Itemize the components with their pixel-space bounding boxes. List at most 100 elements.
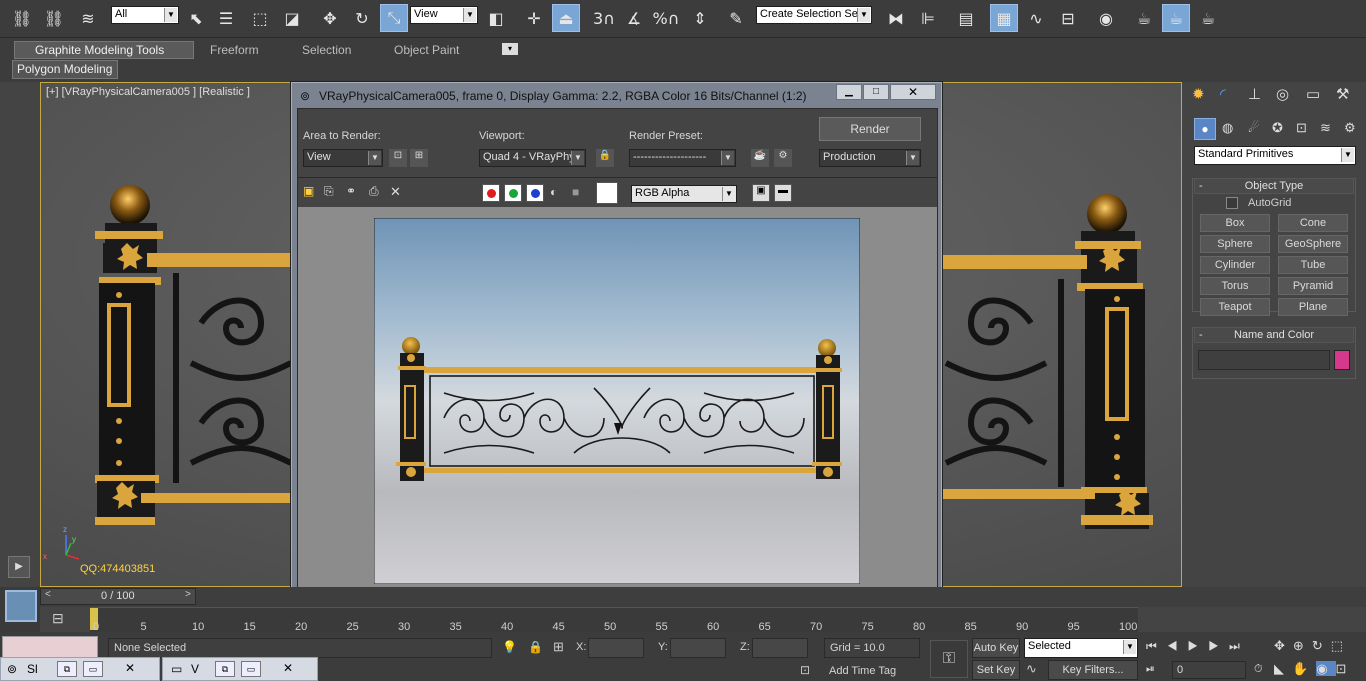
object-color-swatch[interactable] <box>1334 350 1350 370</box>
pan-icon[interactable]: ✋ <box>1292 661 1316 676</box>
go-to-start-icon[interactable]: ⏮ <box>1146 639 1167 653</box>
lights-icon[interactable]: ☄ <box>1248 120 1260 136</box>
copy-image-icon[interactable]: ⎘ <box>324 184 334 199</box>
viewport-dropdown[interactable]: Quad 4 - VRayPhy ▼ <box>479 149 586 167</box>
helpers-icon[interactable]: ⊡ <box>1296 120 1307 136</box>
curve-editor-icon[interactable]: ∿ <box>1022 4 1050 32</box>
close-icon[interactable]: ✕ <box>273 661 303 677</box>
x-coordinate-field[interactable] <box>588 638 644 658</box>
next-frame-icon[interactable]: > <box>185 589 191 600</box>
tube-button[interactable]: Tube <box>1278 256 1348 274</box>
time-slider[interactable]: < 0 / 100 > <box>40 588 196 605</box>
save-image-icon[interactable]: ▣ <box>303 184 314 198</box>
blue-channel-toggle[interactable] <box>526 184 544 202</box>
field-of-view-icon[interactable]: ◣ <box>1274 661 1292 676</box>
select-manipulate-icon[interactable]: ✛ <box>520 4 548 32</box>
plane-button[interactable]: Plane <box>1278 298 1348 316</box>
edit-named-selection-icon[interactable]: ✎ <box>722 4 750 32</box>
auto-key-button[interactable]: Auto Key <box>972 638 1020 658</box>
category-dropdown[interactable]: Standard Primitives ▼ <box>1194 146 1356 165</box>
align-icon[interactable]: ⊫ <box>914 4 942 32</box>
absolute-mode-icon[interactable]: ⊞ <box>553 639 564 655</box>
teapot-button[interactable]: Teapot <box>1200 298 1270 316</box>
prev-key-icon[interactable]: ◀ <box>1167 639 1188 653</box>
tab-polygon-modeling[interactable]: Polygon Modeling <box>12 60 118 79</box>
green-channel-toggle[interactable] <box>504 184 522 202</box>
play-icon[interactable]: ▶ <box>1188 639 1209 653</box>
rotate-icon[interactable]: ↻ <box>348 4 376 32</box>
prev-frame-icon[interactable]: < <box>45 589 51 600</box>
motion-tab-icon[interactable]: ◎ <box>1276 85 1289 103</box>
geometry-icon[interactable]: ● <box>1194 118 1216 140</box>
alpha-channel-icon[interactable]: ◐ <box>550 185 557 199</box>
edit-region-icon[interactable]: ⊡ <box>389 149 407 167</box>
tab-freeform[interactable]: Freeform <box>210 41 259 59</box>
clone-window-icon[interactable]: ⚭ <box>346 184 356 198</box>
red-channel-toggle[interactable] <box>482 184 500 202</box>
rectangle-selection-icon[interactable]: ⬚ <box>246 4 274 32</box>
box-button[interactable]: Box <box>1200 214 1270 232</box>
z-coordinate-field[interactable] <box>752 638 808 658</box>
spinner-snap-icon[interactable]: ⇕ <box>686 4 714 32</box>
time-configuration-icon[interactable]: ⏱ <box>1254 663 1263 676</box>
maxscript-listener[interactable] <box>2 636 98 658</box>
pivot-center-icon[interactable]: ◧ <box>482 4 510 32</box>
orbit-subobject-icon[interactable]: ◉ <box>1316 661 1336 676</box>
systems-icon[interactable]: ⚙ <box>1344 120 1356 136</box>
clear-icon[interactable]: ✕ <box>390 184 401 200</box>
material-editor-icon[interactable]: ◉ <box>1092 4 1120 32</box>
maximize-button[interactable]: □ <box>863 84 889 100</box>
channel-display-dropdown[interactable]: RGB Alpha ▼ <box>631 185 737 203</box>
add-time-tag-label[interactable]: Add Time Tag <box>829 665 896 677</box>
monochrome-icon[interactable]: ■ <box>572 185 579 199</box>
zoom-icon[interactable]: ✥ <box>1274 638 1293 653</box>
utilities-tab-icon[interactable]: ⚒ <box>1336 85 1349 103</box>
scale-icon[interactable]: ⤡ <box>380 4 408 32</box>
cone-button[interactable]: Cone <box>1278 214 1348 232</box>
print-icon[interactable]: ⎙ <box>369 184 379 199</box>
rendered-frame-window-icon[interactable]: ☕ <box>1162 4 1190 32</box>
next-key-icon[interactable]: ▶ <box>1208 639 1229 653</box>
tab-object-paint[interactable]: Object Paint <box>394 41 459 59</box>
environment-effects-icon[interactable]: ⚙ <box>774 149 792 167</box>
reference-coordinate-dropdown[interactable]: View ▼ <box>410 6 478 24</box>
space-warps-icon[interactable]: ≋ <box>1320 120 1331 136</box>
named-selection-set-dropdown[interactable]: Create Selection Se ▼ <box>756 6 872 24</box>
keyboard-shortcut-override-icon[interactable]: ⏏ <box>552 4 580 32</box>
tab-graphite-modeling-tools[interactable]: Graphite Modeling Tools <box>35 41 164 59</box>
selection-lock-icon[interactable]: 🔒 <box>528 640 543 654</box>
area-to-render-dropdown[interactable]: View ▼ <box>303 149 383 167</box>
maximize-toggle-icon[interactable]: ⊡ <box>1336 661 1355 676</box>
toggle-ui-icon[interactable]: ▬ <box>774 184 792 202</box>
color-swatch[interactable] <box>596 182 618 204</box>
create-tab-icon[interactable]: ✹ <box>1192 85 1205 103</box>
move-icon[interactable]: ✥ <box>316 4 344 32</box>
schematic-view-icon[interactable]: ⊟ <box>1054 4 1082 32</box>
render-setup-icon[interactable]: ☕ <box>1130 4 1158 32</box>
close-button[interactable]: ✕ <box>890 84 936 100</box>
viewport-label[interactable]: [+] [VRayPhysicalCamera005 ] [Realistic … <box>46 86 250 98</box>
play-script-icon[interactable]: ▶ <box>8 556 30 578</box>
torus-button[interactable]: Torus <box>1200 277 1270 295</box>
pyramid-button[interactable]: Pyramid <box>1278 277 1348 295</box>
display-tab-icon[interactable]: ▭ <box>1306 85 1320 103</box>
layer-manager-icon[interactable]: ▤ <box>952 4 980 32</box>
unlink-icon[interactable]: ⛓ <box>40 4 68 32</box>
maximize-icon[interactable]: ▭ <box>241 661 261 677</box>
sphere-button[interactable]: Sphere <box>1200 235 1270 253</box>
key-filter-curve-icon[interactable]: ∿ <box>1026 661 1037 677</box>
toggle-ui-overlay-icon[interactable]: ▣ <box>752 184 770 202</box>
go-to-end-icon[interactable]: ⏭ <box>1229 639 1250 653</box>
maximize-icon[interactable]: ▭ <box>83 661 103 677</box>
render-setup-small-icon[interactable]: ☕ <box>751 149 769 167</box>
y-coordinate-field[interactable] <box>670 638 726 658</box>
select-by-name-icon[interactable]: ☰ <box>212 4 240 32</box>
select-object-icon[interactable]: ⬉ <box>182 4 210 32</box>
tab-selection[interactable]: Selection <box>302 41 351 59</box>
modify-tab-icon[interactable]: ◜ <box>1220 85 1226 103</box>
cylinder-button[interactable]: Cylinder <box>1200 256 1270 274</box>
shapes-icon[interactable]: ◍ <box>1222 120 1233 136</box>
cameras-icon[interactable]: ✪ <box>1272 120 1283 136</box>
scene-explorer-icon[interactable]: ▦ <box>990 4 1018 32</box>
taskbar-item-1[interactable]: ⊚ Sl ⧉ ▭ ✕ <box>0 657 160 681</box>
